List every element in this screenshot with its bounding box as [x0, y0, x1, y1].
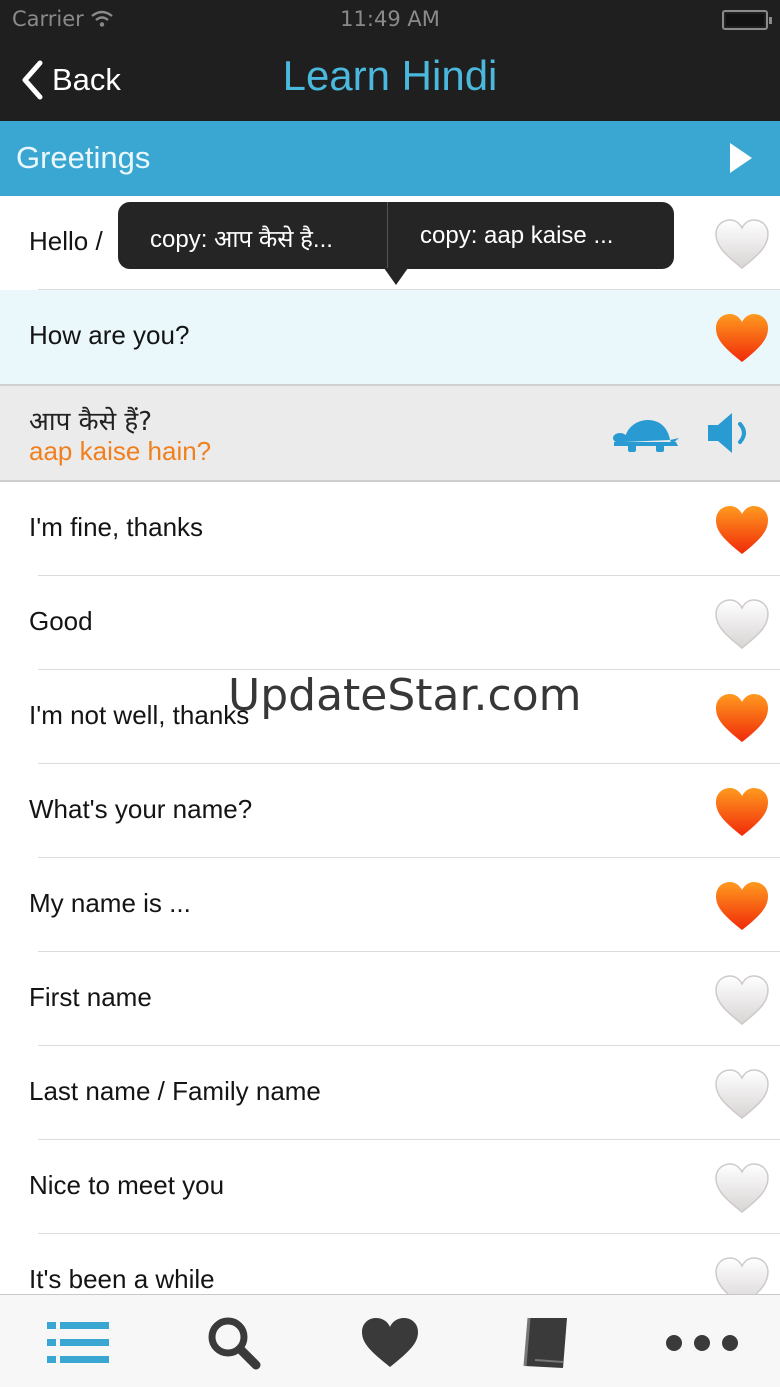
romanized-translation: aap kaise hain? — [29, 436, 212, 466]
favorite-heart-icon[interactable] — [714, 598, 770, 650]
status-time: 11:49 AM — [340, 7, 440, 31]
phrase-row[interactable]: My name is ... — [0, 858, 780, 952]
phrase-list[interactable]: Hello / How are you? आप कैसे हैं? aap kaise… — [0, 196, 780, 1294]
phrase-row[interactable]: Good — [0, 576, 780, 670]
phrase-text: Hello / — [29, 226, 103, 256]
page-title: Learn Hindi — [282, 52, 498, 99]
phrase-row[interactable]: How are you? — [0, 290, 780, 384]
phrase-text: How are you? — [29, 320, 190, 350]
copy-hindi-option[interactable]: copy: आप कैसे है... — [150, 222, 333, 255]
section-title: Greetings — [16, 140, 151, 175]
copy-menu-divider — [387, 202, 388, 269]
tab-favorites[interactable] — [350, 1315, 430, 1371]
favorite-heart-icon[interactable] — [714, 218, 770, 270]
slow-playback-turtle-icon[interactable] — [612, 418, 680, 452]
favorite-heart-icon[interactable] — [714, 880, 770, 932]
speaker-icon[interactable] — [706, 410, 756, 456]
phrase-row[interactable]: First name — [0, 952, 780, 1046]
top-bar: Carrier 11:49 AM Back Learn Hindi — [0, 0, 780, 121]
watermark: UpdateStar.com — [228, 670, 582, 721]
phrase-text: I'm fine, thanks — [29, 512, 204, 542]
tab-list[interactable] — [38, 1315, 118, 1371]
copy-menu-arrow — [384, 268, 408, 285]
nav-bar: Back Learn Hindi — [0, 40, 780, 121]
phrase-text: Good — [29, 606, 93, 636]
copy-romanized-option[interactable]: copy: aap kaise ... — [420, 222, 613, 250]
favorite-heart-icon[interactable] — [714, 1162, 770, 1214]
copy-menu: copy: आप कैसे है... copy: aap kaise ... — [118, 202, 674, 285]
section-header[interactable]: Greetings — [0, 121, 780, 196]
translation-panel: आप कैसे हैं? aap kaise hain? — [0, 384, 780, 482]
tab-more[interactable] — [662, 1315, 742, 1371]
phrase-row[interactable]: Last name / Family name — [0, 1046, 780, 1140]
phrase-text: My name is ... — [29, 888, 191, 918]
tab-dictionary[interactable] — [506, 1315, 586, 1371]
search-icon — [208, 1317, 261, 1370]
favorite-heart-icon[interactable] — [714, 1068, 770, 1120]
phrase-text: I'm not well, thanks — [29, 700, 250, 730]
favorite-heart-icon[interactable] — [714, 504, 770, 556]
phrase-row[interactable]: What's your name? — [0, 764, 780, 858]
favorite-heart-icon[interactable] — [714, 692, 770, 744]
play-icon[interactable] — [728, 141, 754, 175]
favorite-heart-icon[interactable] — [714, 786, 770, 838]
heart-icon — [362, 1318, 418, 1367]
more-icon — [666, 1335, 738, 1351]
phrase-row[interactable]: I'm fine, thanks — [0, 482, 780, 576]
list-icon — [47, 1322, 109, 1363]
favorite-heart-icon[interactable] — [714, 312, 770, 364]
phrase-text: First name — [29, 982, 152, 1012]
phrase-text: Last name / Family name — [29, 1076, 321, 1106]
phrase-row[interactable]: Nice to meet you — [0, 1140, 780, 1234]
tab-search[interactable] — [194, 1315, 274, 1371]
hindi-translation: आप कैसे हैं? — [29, 407, 153, 437]
battery-icon — [722, 10, 772, 30]
favorite-heart-icon[interactable] — [714, 1256, 770, 1294]
tab-bar — [0, 1294, 780, 1387]
phrase-row[interactable]: It's been a while — [0, 1234, 780, 1294]
phrase-text: Nice to meet you — [29, 1170, 225, 1200]
phrase-text: It's been a while — [29, 1264, 215, 1294]
book-icon — [523, 1317, 567, 1368]
phrase-text: What's your name? — [29, 794, 253, 824]
favorite-heart-icon[interactable] — [714, 974, 770, 1026]
status-bar: Carrier 11:49 AM — [0, 0, 780, 40]
